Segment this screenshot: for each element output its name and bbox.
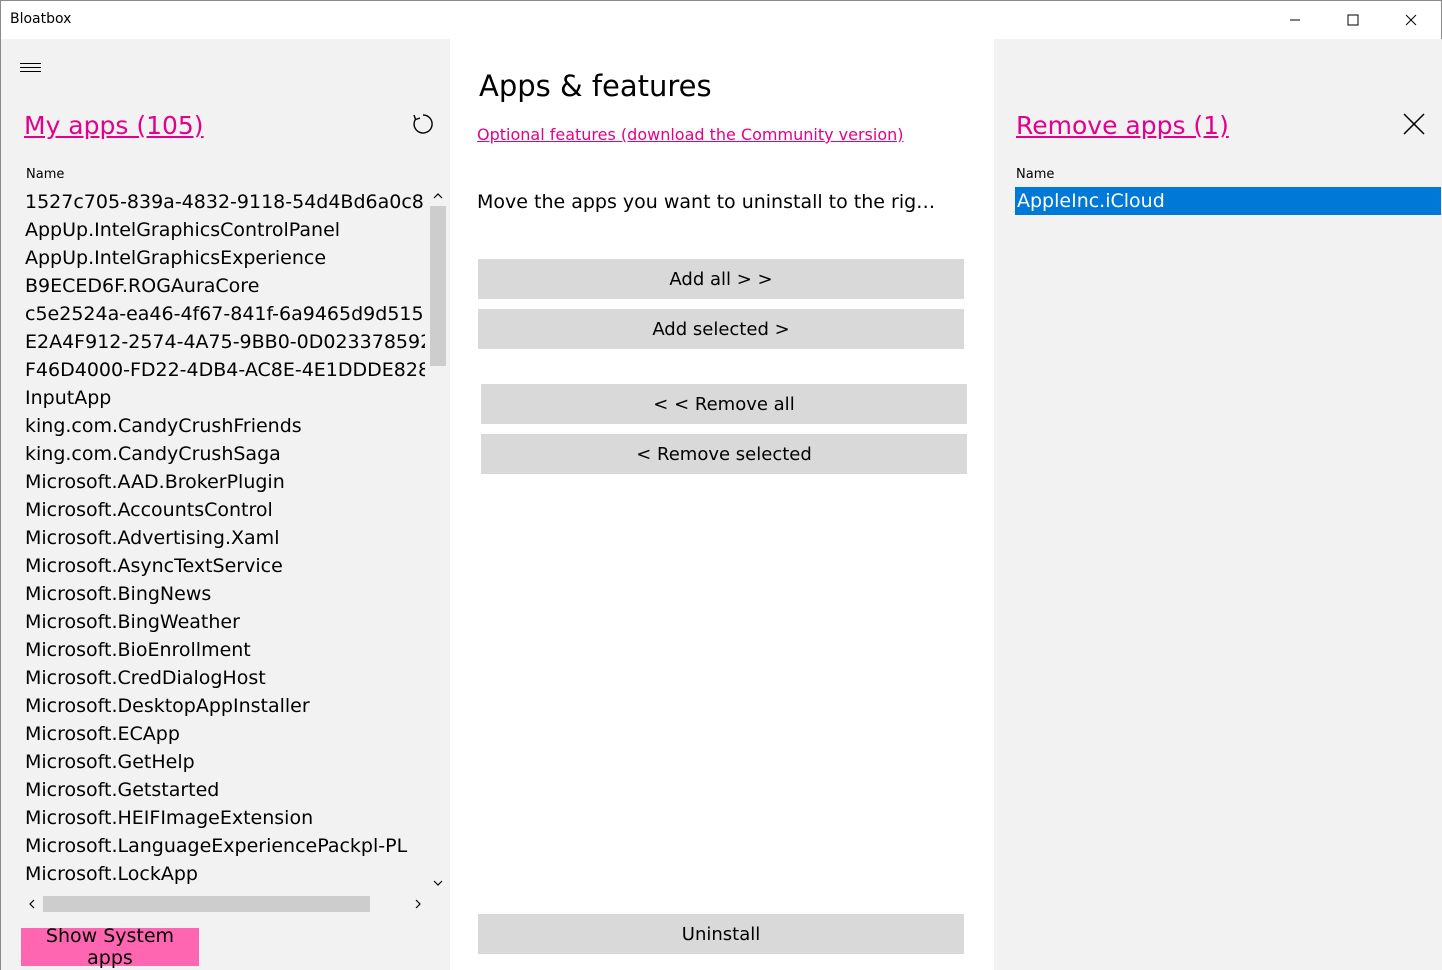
list-item[interactable]: Microsoft.BingWeather <box>25 608 425 636</box>
name-column-header[interactable]: Name <box>26 167 64 182</box>
remove-apps-list[interactable]: AppleInc.iCloud <box>1015 187 1441 215</box>
window-title: Bloatbox <box>10 11 72 27</box>
list-item[interactable]: Microsoft.AAD.BrokerPlugin <box>25 468 425 496</box>
list-item[interactable]: InputApp <box>25 384 425 412</box>
list-item[interactable]: F46D4000-FD22-4DB4-AC8E-4E1DDDE828FE <box>25 356 425 384</box>
list-item[interactable]: king.com.CandyCrushFriends <box>25 412 425 440</box>
instructions-text: Move the apps you want to uninstall to t… <box>477 191 937 213</box>
refresh-icon[interactable] <box>411 112 435 136</box>
actions-pane: Apps & features Optional features (downl… <box>450 39 994 970</box>
horizontal-scrollbar[interactable] <box>23 895 431 913</box>
add-all-button[interactable]: Add all > > <box>478 259 964 299</box>
list-item[interactable]: AppleInc.iCloud <box>1015 187 1441 215</box>
horizontal-scroll-thumb[interactable] <box>43 896 370 912</box>
minimize-icon <box>1290 19 1300 21</box>
uninstall-button[interactable]: Uninstall <box>478 914 964 954</box>
scroll-up-arrow-icon[interactable] <box>429 188 447 204</box>
scroll-right-arrow-icon[interactable] <box>409 895 427 913</box>
list-item[interactable]: Microsoft.LanguageExperiencePackpl-PL <box>25 832 425 860</box>
list-item[interactable]: Microsoft.Advertising.Xaml <box>25 524 425 552</box>
my-apps-list[interactable]: 1527c705-839a-4832-9118-54d4Bd6a0c89 AppU… <box>25 188 425 888</box>
remove-all-button[interactable]: < < Remove all <box>481 384 967 424</box>
scroll-down-arrow-icon[interactable] <box>429 875 447 891</box>
close-icon <box>1405 14 1417 26</box>
remove-apps-pane: Remove apps (1) Name AppleInc.iCloud <box>994 39 1442 970</box>
list-item[interactable]: Microsoft.DesktopAppInstaller <box>25 692 425 720</box>
close-window-button[interactable] <box>1382 1 1440 39</box>
hamburger-menu-icon[interactable] <box>20 63 42 79</box>
list-item[interactable]: king.com.CandyCrushSaga <box>25 440 425 468</box>
list-item[interactable]: c5e2524a-ea46-4f67-841f-6a9465d9d515 <box>25 300 425 328</box>
add-selected-button[interactable]: Add selected > <box>478 309 964 349</box>
optional-features-link[interactable]: Optional features (download the Communit… <box>477 125 904 144</box>
list-item[interactable]: Microsoft.GetHelp <box>25 748 425 776</box>
page-title: Apps & features <box>479 69 712 103</box>
remove-name-column-header[interactable]: Name <box>1016 167 1054 182</box>
list-item[interactable]: Microsoft.HEIFImageExtension <box>25 804 425 832</box>
vertical-scrollbar[interactable] <box>429 188 447 891</box>
list-item[interactable]: AppUp.IntelGraphicsControlPanel <box>25 216 425 244</box>
list-item[interactable]: Microsoft.LockApp <box>25 860 425 888</box>
list-item[interactable]: B9ECED6F.ROGAuraCore <box>25 272 425 300</box>
list-item[interactable]: Microsoft.BingNews <box>25 580 425 608</box>
list-item[interactable]: Microsoft.Getstarted <box>25 776 425 804</box>
close-pane-icon[interactable] <box>1402 112 1426 136</box>
maximize-icon <box>1347 14 1359 26</box>
app-window: Bloatbox My apps (105) Name 1527c705-839… <box>0 0 1442 970</box>
remove-selected-button[interactable]: < Remove selected <box>481 434 967 474</box>
maximize-button[interactable] <box>1324 1 1382 39</box>
show-system-apps-button[interactable]: Show System apps <box>21 925 199 969</box>
title-bar: Bloatbox <box>1 1 1441 39</box>
list-item[interactable]: Microsoft.CredDialogHost <box>25 664 425 692</box>
list-item[interactable]: Microsoft.BioEnrollment <box>25 636 425 664</box>
my-apps-heading[interactable]: My apps (105) <box>24 111 204 140</box>
list-item[interactable]: AppUp.IntelGraphicsExperience <box>25 244 425 272</box>
list-item[interactable]: Microsoft.AccountsControl <box>25 496 425 524</box>
list-item[interactable]: Microsoft.ECApp <box>25 720 425 748</box>
list-item[interactable]: Microsoft.AsyncTextService <box>25 552 425 580</box>
remove-apps-heading[interactable]: Remove apps (1) <box>1016 111 1229 140</box>
scroll-left-arrow-icon[interactable] <box>23 895 41 913</box>
list-item[interactable]: E2A4F912-2574-4A75-9BB0-0D023378592B <box>25 328 425 356</box>
my-apps-pane: My apps (105) Name 1527c705-839a-4832-91… <box>1 39 450 970</box>
minimize-button[interactable] <box>1266 1 1324 39</box>
list-item[interactable]: 1527c705-839a-4832-9118-54d4Bd6a0c89 <box>25 188 425 216</box>
vertical-scroll-thumb[interactable] <box>430 206 446 366</box>
